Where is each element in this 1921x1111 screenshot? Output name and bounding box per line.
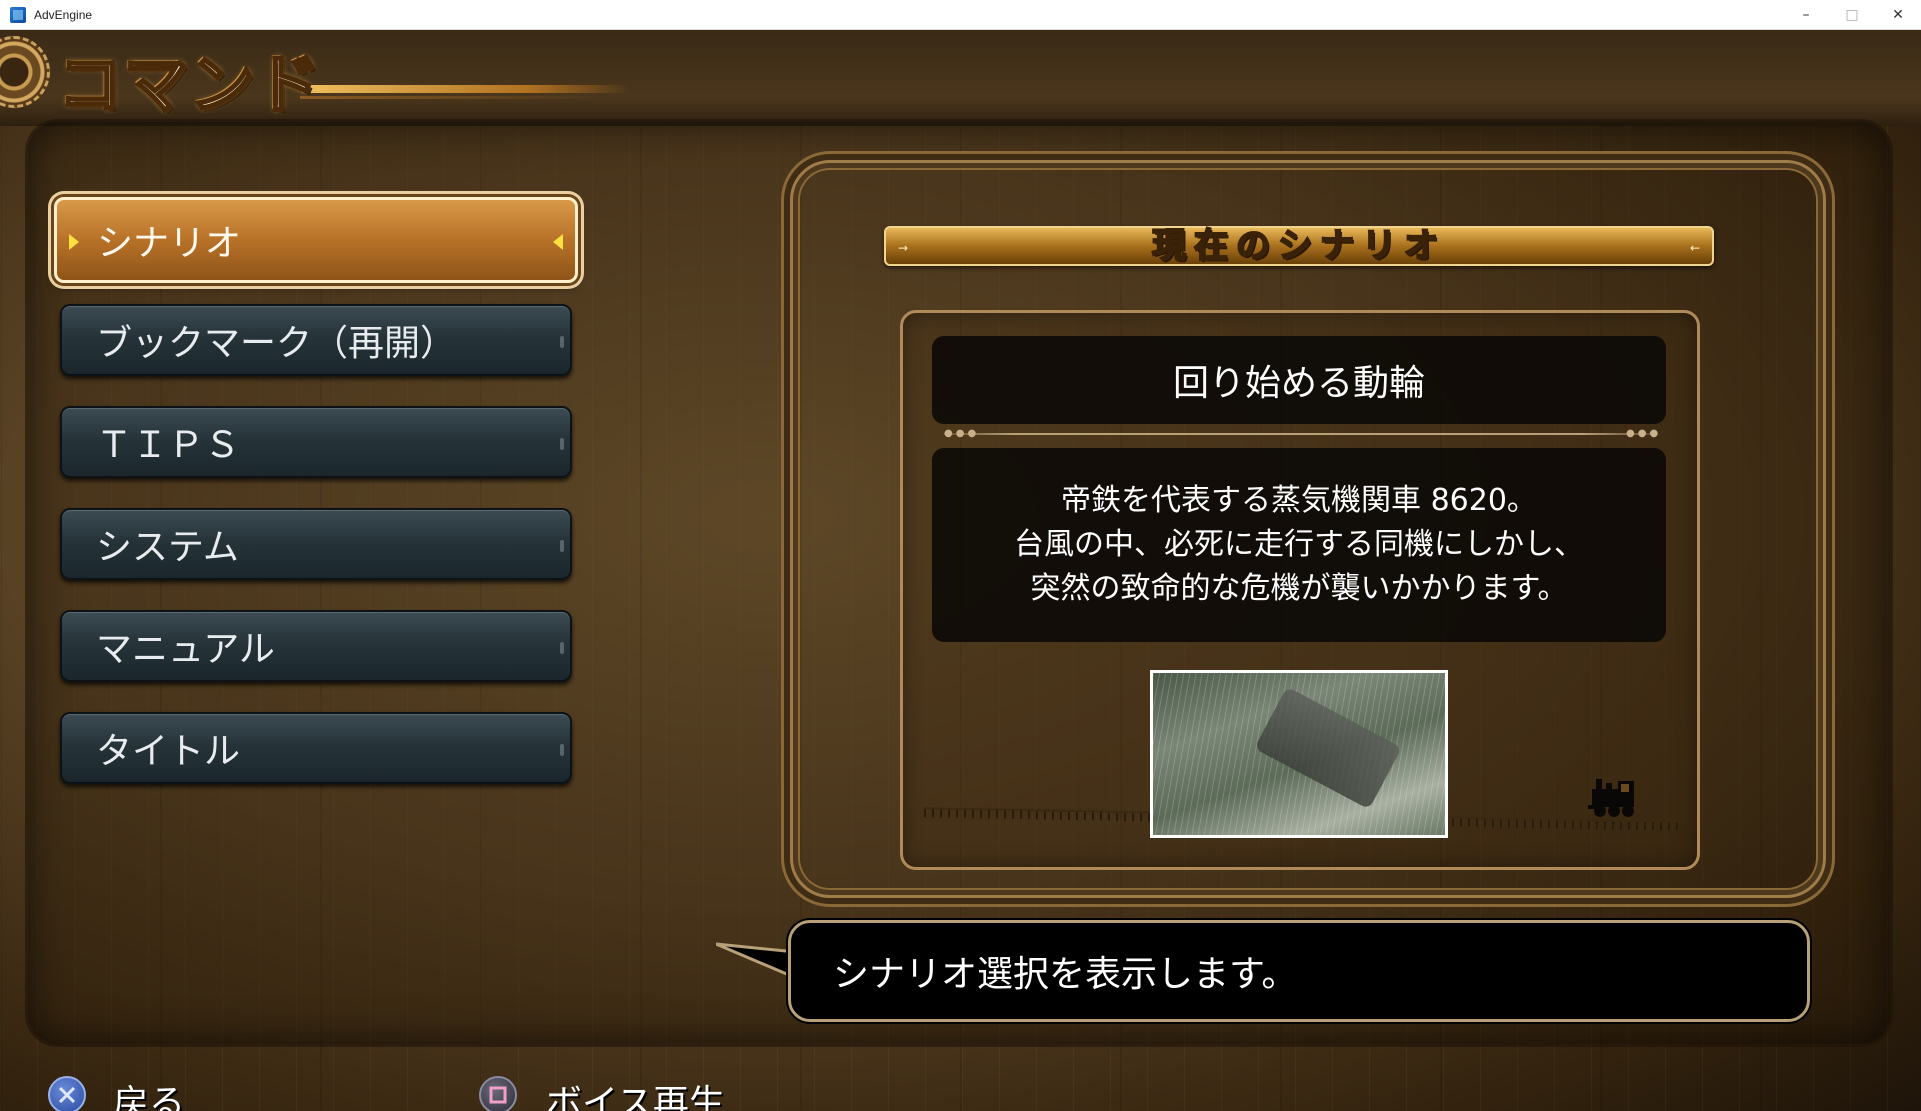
divider-dots: ●●● — [944, 428, 980, 439]
menu-item-bookmark[interactable]: ブックマーク（再開） — [60, 304, 572, 376]
menu-item-label: シナリオ — [97, 223, 242, 264]
thumbnail-train-image — [1254, 686, 1402, 810]
scenario-header-banner: → 現在のシナリオ ← — [884, 225, 1714, 267]
arrow-left-icon: ← — [1689, 241, 1700, 255]
steam-train-icon — [1588, 779, 1634, 817]
menu-item-title[interactable]: タイトル — [60, 712, 572, 784]
speech-bubble-tail — [716, 942, 796, 980]
menu-item-manual[interactable]: マニュアル — [60, 610, 572, 682]
window-title: AdvEngine — [34, 7, 93, 22]
scenario-description: 帝鉄を代表する蒸気機関車 8620。 台風の中、必死に走行する同機にしかし、 突… — [932, 448, 1666, 642]
game-screen: コマンド シナリオ ブックマーク（再開） ＴＩＰＳ システム マニュアル タイト… — [0, 30, 1921, 1111]
scenario-header-title: 現在のシナリオ — [1151, 225, 1446, 267]
selection-arrow-right-icon — [553, 234, 563, 250]
selection-arrow-left-icon — [69, 234, 79, 250]
page-title: コマンド — [57, 48, 322, 125]
menu-item-label: マニュアル — [96, 629, 275, 670]
cross-icon[interactable] — [48, 1076, 86, 1111]
header-decoration-line — [300, 85, 630, 93]
window-titlebar: AdvEngine – □ ✕ — [0, 0, 1921, 30]
divider — [944, 433, 1654, 435]
divider-dots: ●●● — [1626, 428, 1662, 439]
scenario-thumbnail — [1150, 670, 1448, 838]
menu-item-label: タイトル — [96, 731, 241, 772]
menu-item-system[interactable]: システム — [60, 508, 572, 580]
menu-item-tips[interactable]: ＴＩＰＳ — [60, 406, 572, 478]
voice-play-label[interactable]: ボイス再生 — [546, 1074, 725, 1111]
app-icon — [10, 6, 26, 23]
help-text: シナリオ選択を表示します。 — [833, 954, 1298, 995]
description-line: 帝鉄を代表する蒸気機関車 8620。 — [1061, 483, 1537, 518]
description-line: 台風の中、必死に走行する同機にしかし、 — [1014, 527, 1584, 562]
menu-item-scenario[interactable]: シナリオ — [54, 197, 578, 283]
menu-item-label: ブックマーク（再開） — [96, 323, 457, 364]
maximize-button[interactable]: □ — [1829, 0, 1875, 30]
minimize-button[interactable]: – — [1783, 0, 1829, 30]
description-line: 突然の致命的な危機が襲いかかります。 — [1030, 571, 1568, 606]
header-decoration-line-secondary — [300, 96, 600, 99]
chapter-title: 回り始める動輪 — [932, 336, 1666, 424]
square-icon[interactable] — [479, 1076, 517, 1111]
close-button[interactable]: ✕ — [1875, 0, 1921, 30]
help-text-bubble: シナリオ選択を表示します。 — [788, 920, 1810, 1022]
back-label[interactable]: 戻る — [113, 1074, 185, 1111]
menu-item-label: システム — [96, 527, 239, 568]
menu-item-label: ＴＩＰＳ — [96, 425, 241, 466]
